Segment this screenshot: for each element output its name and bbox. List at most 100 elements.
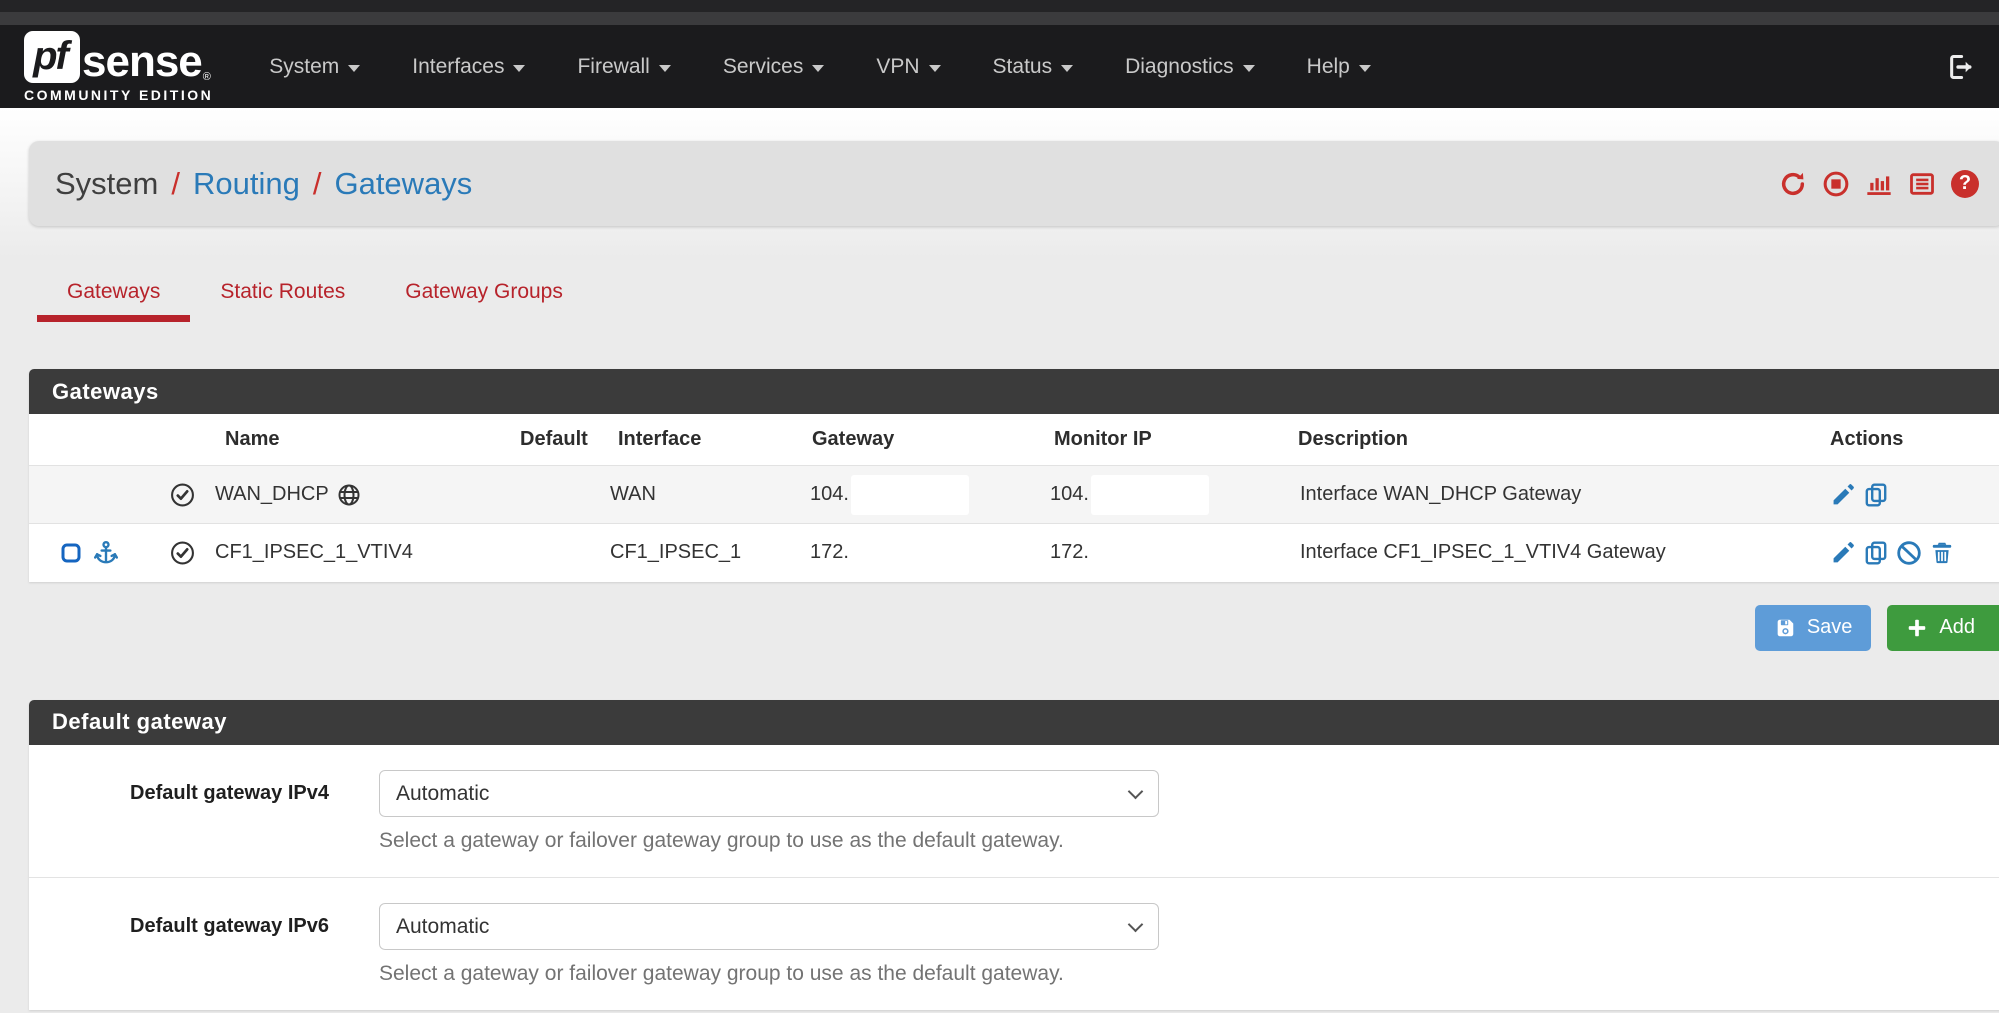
help-icon[interactable]: ?: [1951, 170, 1979, 198]
menu-firewall[interactable]: Firewall: [551, 25, 696, 108]
community-edition-label: COMMUNITY EDITION: [24, 87, 213, 103]
sign-out-icon[interactable]: [1947, 53, 1975, 81]
menu-help[interactable]: Help: [1281, 25, 1397, 108]
chevron-down-icon: [1359, 65, 1371, 72]
default-gateway-ipv6-help: Select a gateway or failover gateway gro…: [379, 962, 1159, 986]
tab-gateway-groups[interactable]: Gateway Groups: [375, 272, 593, 322]
col-header-description: Description: [1290, 414, 1790, 466]
button-row: Save Add: [29, 605, 1999, 651]
refresh-icon[interactable]: [1779, 170, 1807, 198]
edit-icon[interactable]: [1830, 540, 1856, 566]
globe-icon: [337, 483, 361, 507]
gateway-address: 104.: [810, 483, 849, 506]
page-action-icons: ?: [1779, 170, 1979, 198]
bar-chart-icon[interactable]: [1865, 170, 1893, 198]
sense-logo-text: sense: [82, 41, 202, 83]
tab-static-routes[interactable]: Static Routes: [190, 272, 375, 322]
menu-status[interactable]: Status: [967, 25, 1100, 108]
col-header-actions: Actions: [1790, 414, 1999, 466]
menu-vpn[interactable]: VPN: [850, 25, 966, 108]
breadcrumb-bar: System / Routing / Gateways: [29, 141, 1999, 226]
redaction-box: [1091, 533, 1209, 573]
tab-bar: Gateways Static Routes Gateway Groups: [29, 272, 1999, 322]
chevron-down-icon: [1243, 65, 1255, 72]
check-circle-icon: [170, 482, 195, 508]
default-gateway-ipv6-select[interactable]: Automatic: [379, 903, 1159, 950]
breadcrumb-separator: /: [171, 166, 180, 202]
redaction-box: [851, 475, 969, 515]
top-navbar: pf sense ® COMMUNITY EDITION System Inte…: [0, 25, 1999, 108]
gateway-description: Interface WAN_DHCP Gateway: [1290, 466, 1790, 524]
main-menu: System Interfaces Firewall Services VPN …: [243, 25, 1397, 108]
pf-logo-tile: pf: [24, 31, 80, 83]
breadcrumb-system: System: [55, 166, 158, 202]
default-gateway-ipv4-select[interactable]: Automatic: [379, 770, 1159, 817]
gateway-name: CF1_IPSEC_1_VTIV4: [215, 541, 413, 564]
tab-static-routes-label: Static Routes: [220, 280, 345, 303]
gateways-panel-header: Gateways: [29, 369, 1999, 414]
default-gateway-panel-header: Default gateway: [29, 700, 1999, 745]
chevron-down-icon: [659, 65, 671, 72]
breadcrumb: System / Routing / Gateways: [55, 166, 472, 202]
menu-system-label: System: [269, 55, 339, 79]
chevron-down-icon: [929, 65, 941, 72]
gateway-interface: CF1_IPSEC_1: [600, 524, 800, 582]
gateways-panel-title: Gateways: [52, 379, 159, 405]
log-list-icon[interactable]: [1908, 170, 1936, 198]
chevron-down-icon: [812, 65, 824, 72]
breadcrumb-separator: /: [313, 166, 322, 202]
menu-firewall-label: Firewall: [577, 55, 649, 79]
gateway-default: [510, 524, 600, 582]
save-button-label: Save: [1807, 616, 1853, 639]
redaction-box: [1091, 475, 1209, 515]
stop-circle-icon[interactable]: [1822, 170, 1850, 198]
col-header-default: Default: [510, 414, 600, 466]
table-row: CF1_IPSEC_1_VTIV4 CF1_IPSEC_1 172. 172. …: [29, 524, 1999, 582]
chevron-down-icon: [348, 65, 360, 72]
default-gateway-ipv6-row: Default gateway IPv6 Automatic Select a …: [29, 877, 1999, 1010]
menu-diagnostics[interactable]: Diagnostics: [1099, 25, 1281, 108]
chevron-down-icon: [513, 65, 525, 72]
menu-diagnostics-label: Diagnostics: [1125, 55, 1234, 79]
breadcrumb-gateways-link[interactable]: Gateways: [334, 166, 472, 202]
table-row: WAN_DHCP: [29, 466, 1999, 524]
menu-services[interactable]: Services: [697, 25, 851, 108]
col-header-name: Name: [205, 414, 510, 466]
window-top-strip: [0, 0, 1999, 12]
menu-interfaces-label: Interfaces: [412, 55, 504, 79]
breadcrumb-routing-link[interactable]: Routing: [193, 166, 300, 202]
default-gateway-ipv6-label: Default gateway IPv6: [29, 903, 329, 986]
copy-icon[interactable]: [1863, 482, 1889, 508]
gateway-name: WAN_DHCP: [215, 483, 329, 506]
plus-icon: [1906, 617, 1928, 639]
default-gateway-ipv4-row: Default gateway IPv4 Automatic Select a …: [29, 745, 1999, 877]
check-circle-icon: [170, 540, 195, 566]
default-gateway-panel-title: Default gateway: [52, 709, 227, 735]
edit-icon[interactable]: [1830, 482, 1856, 508]
gateway-description: Interface CF1_IPSEC_1_VTIV4 Gateway: [1290, 524, 1790, 582]
menu-status-label: Status: [993, 55, 1053, 79]
menu-help-label: Help: [1307, 55, 1350, 79]
delete-icon[interactable]: [1929, 540, 1955, 566]
disable-icon[interactable]: [1896, 540, 1922, 566]
menu-interfaces[interactable]: Interfaces: [386, 25, 551, 108]
save-button[interactable]: Save: [1755, 605, 1872, 651]
add-button[interactable]: Add: [1887, 605, 1999, 651]
menu-vpn-label: VPN: [876, 55, 919, 79]
col-header-monitor-ip: Monitor IP: [1040, 414, 1290, 466]
pfsense-logo[interactable]: pf sense ® COMMUNITY EDITION: [24, 31, 213, 103]
pf-logo-text: pf: [33, 34, 71, 79]
menu-services-label: Services: [723, 55, 804, 79]
menu-system[interactable]: System: [243, 25, 386, 108]
chevron-down-icon: [1061, 65, 1073, 72]
col-header-gateway: Gateway: [800, 414, 1040, 466]
default-gateway-panel: Default gateway Default gateway IPv4 Aut…: [29, 700, 1999, 1010]
copy-icon[interactable]: [1863, 540, 1889, 566]
gateways-table: Name Default Interface Gateway Monitor I…: [29, 414, 1999, 582]
gateway-default: [510, 466, 600, 524]
tab-gateway-groups-label: Gateway Groups: [405, 280, 563, 303]
registered-mark: ®: [203, 71, 211, 83]
gateways-panel: Gateways Name Default Interface Gateway …: [29, 369, 1999, 582]
default-gateway-ipv4-help: Select a gateway or failover gateway gro…: [379, 829, 1159, 853]
tab-gateways[interactable]: Gateways: [37, 272, 190, 322]
